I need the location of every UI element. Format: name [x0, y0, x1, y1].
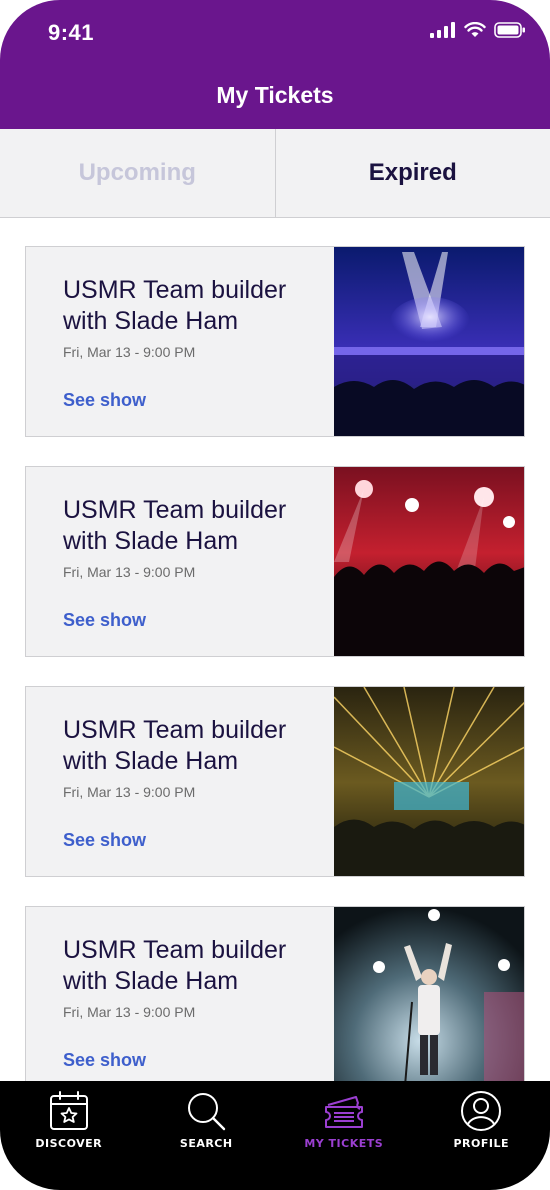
ticket-info: USMR Team builder with Slade Ham Fri, Ma…	[26, 247, 334, 436]
ticket-card[interactable]: USMR Team builder with Slade Ham Fri, Ma…	[25, 246, 525, 437]
battery-icon	[494, 22, 525, 38]
see-show-link[interactable]: See show	[63, 1050, 146, 1071]
ticket-info: USMR Team builder with Slade Ham Fri, Ma…	[26, 907, 334, 1081]
app-header: 9:41 My Tickets	[0, 0, 550, 129]
see-show-link[interactable]: See show	[63, 830, 146, 851]
ticket-card[interactable]: USMR Team builder with Slade Ham Fri, Ma…	[25, 906, 525, 1081]
ticket-title: USMR Team builder with Slade Ham	[63, 936, 287, 995]
concert-image	[333, 247, 524, 436]
calendar-star-icon	[49, 1091, 88, 1130]
ticket-card[interactable]: USMR Team builder with Slade Ham Fri, Ma…	[25, 466, 525, 657]
nav-label: PROFILE	[453, 1137, 509, 1150]
signal-icon	[430, 22, 455, 38]
see-show-link[interactable]: See show	[63, 390, 146, 411]
nav-label: DISCOVER	[35, 1137, 103, 1150]
nav-search[interactable]: SEARCH	[138, 1081, 276, 1190]
ticket-date: Fri, Mar 13 - 9:00 PM	[63, 1004, 196, 1020]
ticket-tabs: Upcoming Expired	[0, 129, 550, 218]
ticket-info: USMR Team builder with Slade Ham Fri, Ma…	[26, 687, 334, 876]
nav-discover[interactable]: DISCOVER	[0, 1081, 138, 1190]
ticket-icon	[324, 1096, 363, 1128]
phone-screen: 9:41 My Tickets Upcoming Expired USMR Te…	[0, 0, 550, 1190]
profile-icon	[461, 1091, 502, 1131]
nav-profile[interactable]: PROFILE	[413, 1081, 550, 1190]
status-icons	[430, 22, 526, 38]
page-title: My Tickets	[216, 82, 334, 108]
tab-expired[interactable]: Expired	[276, 129, 550, 217]
ticket-title: USMR Team builder with Slade Ham	[63, 496, 287, 555]
search-icon	[188, 1093, 226, 1131]
nav-label: SEARCH	[179, 1137, 233, 1150]
nav-my-tickets[interactable]: MY TICKETS	[275, 1081, 413, 1190]
ticket-list: USMR Team builder with Slade Ham Fri, Ma…	[0, 218, 550, 1081]
ticket-card[interactable]: USMR Team builder with Slade Ham Fri, Ma…	[25, 686, 525, 877]
concert-image	[333, 907, 524, 1081]
ticket-date: Fri, Mar 13 - 9:00 PM	[63, 784, 196, 800]
concert-image	[333, 687, 524, 876]
ticket-date: Fri, Mar 13 - 9:00 PM	[63, 344, 196, 360]
concert-image	[333, 467, 524, 656]
wifi-icon	[464, 22, 486, 37]
status-time: 9:41	[48, 20, 95, 45]
bottom-navigation: DISCOVER SEARCH MY TICKETS PROFILE	[0, 1081, 550, 1190]
tab-upcoming[interactable]: Upcoming	[0, 129, 276, 217]
ticket-date: Fri, Mar 13 - 9:00 PM	[63, 564, 196, 580]
nav-label: MY TICKETS	[304, 1137, 384, 1150]
ticket-info: USMR Team builder with Slade Ham Fri, Ma…	[26, 467, 334, 656]
ticket-title: USMR Team builder with Slade Ham	[63, 716, 287, 775]
ticket-title: USMR Team builder with Slade Ham	[63, 276, 287, 335]
see-show-link[interactable]: See show	[63, 610, 146, 631]
